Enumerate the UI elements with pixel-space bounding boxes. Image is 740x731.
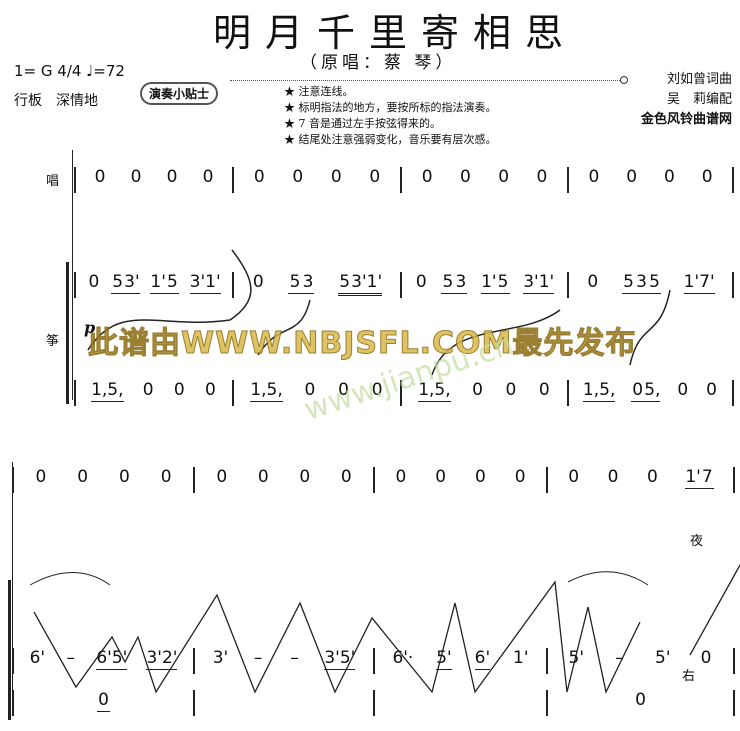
watermark: 此谱由WWW.NBJSFL.COM最先发布 (87, 326, 637, 362)
lyric: 夜 (690, 534, 704, 549)
hand-mark: 右 (682, 669, 696, 684)
gesture-lines (29, 249, 740, 694)
score-page: 明月千里寄相思 （原唱：蔡 琴） 1= G 4/4 ♩=72 行板 深情地 演奏… (0, 0, 740, 731)
